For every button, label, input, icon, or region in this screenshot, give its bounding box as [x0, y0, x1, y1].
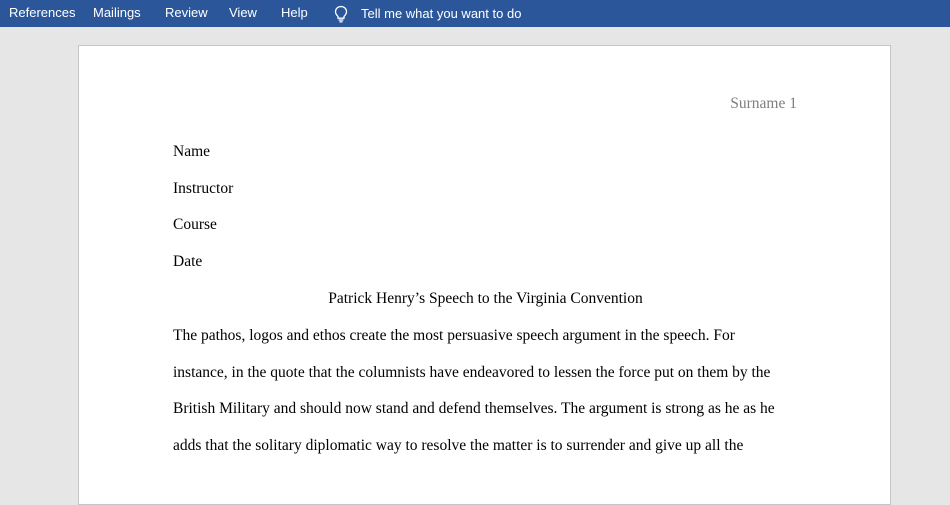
tell-me-search[interactable]: Tell me what you want to do [333, 0, 521, 27]
lightbulb-icon [333, 5, 349, 23]
ribbon-tab-bar: References Mailings Review View Help Tel… [0, 0, 950, 27]
body-line: instance, in the quote that the columnis… [173, 364, 771, 381]
body-line: The pathos, logos and ethos create the m… [173, 327, 735, 344]
page-header-surname: Surname 1 [730, 95, 797, 112]
tab-review[interactable]: Review [165, 0, 208, 27]
document-canvas: Surname 1 Name Instructor Course Date Pa… [0, 27, 950, 505]
document-page[interactable]: Surname 1 Name Instructor Course Date Pa… [78, 45, 891, 505]
tab-view[interactable]: View [229, 0, 257, 27]
body-line: adds that the solitary diplomatic way to… [173, 437, 744, 454]
body-line: British Military and should now stand an… [173, 400, 775, 417]
tell-me-label: Tell me what you want to do [361, 6, 522, 21]
tab-references[interactable]: References [9, 0, 75, 27]
info-instructor: Instructor [173, 180, 234, 197]
info-name: Name [173, 143, 211, 160]
info-course: Course [173, 216, 217, 233]
document-title: Patrick Henry’s Speech to the Virginia C… [328, 290, 643, 307]
tab-help[interactable]: Help [281, 0, 308, 27]
info-date: Date [173, 253, 203, 270]
tab-mailings[interactable]: Mailings [93, 0, 141, 27]
